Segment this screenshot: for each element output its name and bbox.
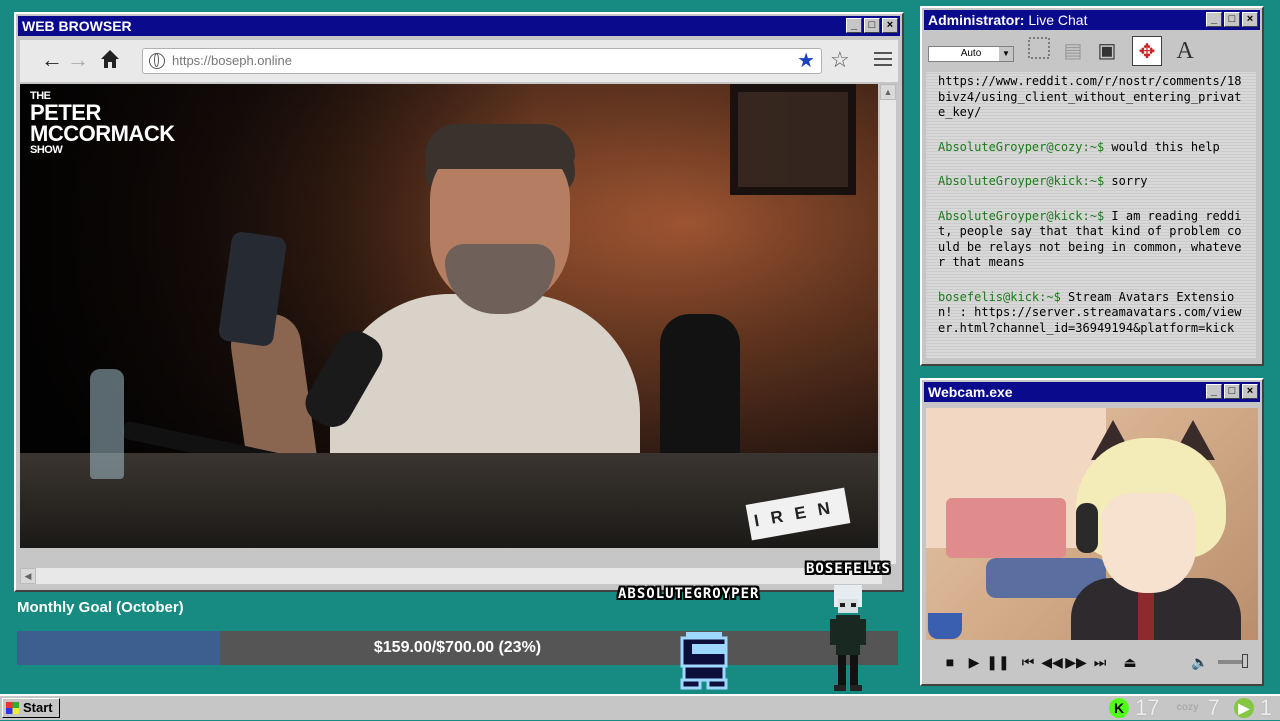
video-player[interactable]: THE PETER MCCORMACK SHOW IREN bbox=[20, 84, 878, 548]
chat-message: AbsoluteGroyper@kick:~$ I am reading red… bbox=[938, 208, 1242, 270]
rewind-icon[interactable]: ◀◀ bbox=[1040, 654, 1064, 671]
chat-title: Live Chat bbox=[1024, 12, 1088, 28]
skip-previous-icon[interactable]: ⏮ bbox=[1016, 654, 1040, 671]
address-bar[interactable]: https://boseph.online ★ bbox=[142, 48, 822, 74]
rumble-viewer-count: 1 bbox=[1259, 695, 1272, 720]
close-button[interactable]: × bbox=[1242, 12, 1258, 27]
browser-titlebar[interactable]: WEB BROWSER _ □ × bbox=[18, 16, 900, 36]
volume-slider[interactable] bbox=[1218, 654, 1248, 668]
home-icon[interactable] bbox=[98, 48, 122, 72]
windows-logo-icon bbox=[6, 702, 19, 714]
goal-title: Monthly Goal (October) bbox=[17, 599, 184, 616]
back-icon[interactable]: ← bbox=[40, 48, 64, 72]
rumble-icon: ▶ bbox=[1233, 698, 1254, 718]
minimize-button[interactable]: _ bbox=[1206, 12, 1222, 27]
avatar-name-label: BOSEFELIS bbox=[806, 561, 891, 577]
close-button[interactable]: × bbox=[882, 18, 898, 33]
chat-title-prefix: Administrator: bbox=[928, 12, 1025, 28]
stop-icon[interactable]: ■ bbox=[938, 654, 962, 670]
move-icon[interactable]: ✥ bbox=[1132, 36, 1162, 66]
bottle bbox=[90, 369, 124, 479]
pixel-avatar bbox=[830, 585, 866, 691]
browser-toolbar: ← → https://boseph.online ★ ☆ bbox=[20, 40, 898, 82]
menu-icon[interactable] bbox=[874, 52, 892, 66]
minimize-button[interactable]: _ bbox=[846, 18, 862, 33]
eject-icon[interactable]: ⏏ bbox=[1118, 654, 1142, 671]
maximize-button[interactable]: □ bbox=[864, 18, 880, 33]
copy-icon[interactable]: ▤ bbox=[1058, 36, 1088, 66]
goal-progress-bar: $159.00/$700.00 (23%) bbox=[17, 631, 898, 665]
kick-viewer-count: 17 bbox=[1135, 695, 1160, 720]
paste-icon[interactable]: ▣ bbox=[1092, 36, 1122, 66]
minimize-button[interactable]: _ bbox=[1206, 384, 1222, 399]
browser-window: WEB BROWSER _ □ × ← → https://boseph.onl… bbox=[14, 12, 904, 592]
chat-titlebar[interactable]: Administrator: Live Chat _ □ × bbox=[924, 10, 1260, 30]
scroll-up-icon[interactable]: ▲ bbox=[880, 84, 896, 100]
chevron-down-icon: ▼ bbox=[999, 47, 1013, 61]
chat-message: AbsoluteGroyper@cozy:~$ would this help bbox=[938, 139, 1220, 154]
vertical-scrollbar[interactable]: ▲ bbox=[880, 84, 896, 564]
pixel-avatar bbox=[680, 632, 728, 690]
horizontal-scrollbar[interactable]: ◀ bbox=[20, 568, 882, 584]
kick-icon: K bbox=[1109, 698, 1130, 718]
media-controls: ■ ▶ ❚❚ ⏮ ◀◀ ▶▶ ⏭ ⏏ 🔈 bbox=[926, 644, 1258, 680]
cozy-viewer-count: 7 bbox=[1207, 695, 1220, 720]
show-logo: THE PETER MCCORMACK SHOW bbox=[30, 90, 175, 156]
taskbar: Start K 17 cozy 7 ▶ 1 bbox=[0, 694, 1280, 720]
goal-progress-text: $159.00/$700.00 (23%) bbox=[373, 639, 542, 656]
fast-forward-icon[interactable]: ▶▶ bbox=[1064, 654, 1088, 671]
webcam-title: Webcam.exe bbox=[928, 384, 1013, 400]
globe-icon bbox=[149, 53, 165, 69]
font-icon[interactable]: A bbox=[1170, 36, 1200, 66]
maximize-button[interactable]: □ bbox=[1224, 12, 1240, 27]
chat-message: https://www.reddit.com/r/nostr/comments/… bbox=[938, 74, 1242, 119]
chat-message: AbsoluteGroyper@kick:~$ sorry bbox=[938, 174, 1148, 188]
volume-icon[interactable]: 🔈 bbox=[1188, 654, 1212, 671]
play-icon[interactable]: ▶ bbox=[962, 654, 986, 671]
scroll-left-icon[interactable]: ◀ bbox=[20, 568, 36, 584]
viewer-count-tray: K 17 cozy 7 ▶ 1 bbox=[1103, 695, 1280, 720]
url-text: https://boseph.online bbox=[172, 53, 292, 68]
select-icon[interactable] bbox=[1024, 36, 1054, 66]
desk bbox=[20, 453, 878, 548]
chat-message: bosefelis@kick:~$ Stream Avatars Extensi… bbox=[938, 289, 1242, 335]
avatar-name-label: ABSOLUTEGROYPER bbox=[618, 586, 760, 602]
cozy-icon: cozy bbox=[1176, 702, 1199, 713]
browser-title: WEB BROWSER bbox=[22, 18, 132, 34]
start-button[interactable]: Start bbox=[2, 698, 60, 718]
chat-toolbar: Auto ▼ ▤ ▣ ✥ A bbox=[926, 34, 1258, 70]
skip-next-icon[interactable]: ⏭ bbox=[1088, 654, 1112, 671]
bookmark-star-icon[interactable]: ★ bbox=[797, 49, 815, 73]
close-button[interactable]: × bbox=[1242, 384, 1258, 399]
chat-log[interactable]: https://www.reddit.com/r/nostr/comments/… bbox=[926, 72, 1256, 358]
webcam-feed bbox=[926, 408, 1258, 640]
cup bbox=[928, 613, 962, 639]
forward-icon[interactable]: → bbox=[66, 48, 90, 72]
avatar-face bbox=[1101, 493, 1196, 593]
webcam-window: Webcam.exe _ □ × ■ ▶ ❚❚ ⏮ ◀◀ ▶▶ ⏭ ⏏ 🔈 bbox=[920, 378, 1264, 686]
maximize-button[interactable]: □ bbox=[1224, 384, 1240, 399]
pause-icon[interactable]: ❚❚ bbox=[986, 654, 1010, 671]
font-size-select[interactable]: Auto ▼ bbox=[928, 46, 1014, 62]
chat-window: Administrator: Live Chat _ □ × Auto ▼ ▤ … bbox=[920, 6, 1264, 366]
webcam-titlebar[interactable]: Webcam.exe _ □ × bbox=[924, 382, 1260, 402]
favorites-star-icon[interactable]: ☆ bbox=[830, 48, 850, 72]
headphones bbox=[1076, 503, 1098, 553]
